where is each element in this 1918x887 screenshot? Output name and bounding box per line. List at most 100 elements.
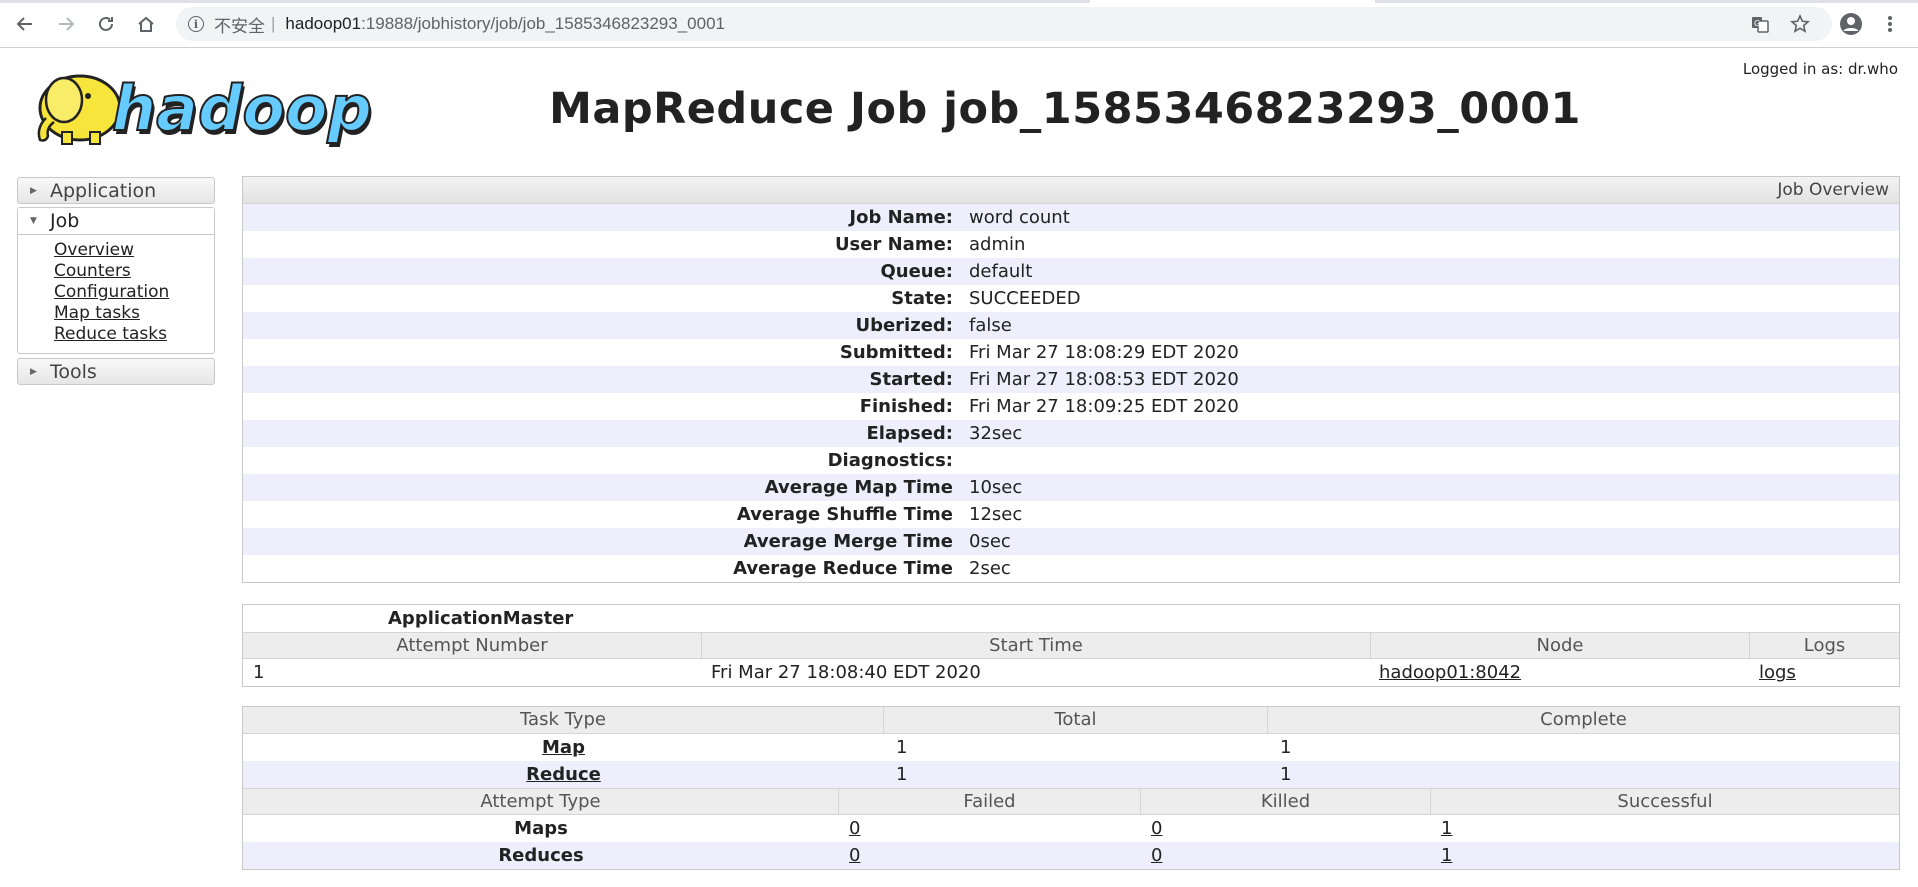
start-time-cell: Fri Mar 27 18:08:40 EDT 2020 <box>711 662 981 683</box>
overview-key: State: <box>891 288 953 309</box>
nav-section-application[interactable]: ▶ Application <box>17 177 215 204</box>
overview-key: Submitted: <box>839 342 953 363</box>
logged-in-label: Logged in as: dr.who <box>1742 60 1898 78</box>
complete-cell: 1 <box>1280 764 1292 785</box>
column-header-attempt-type: Attempt Type <box>243 789 839 814</box>
overview-row: Submitted: Fri Mar 27 18:08:29 EDT 2020 <box>243 339 1899 366</box>
total-cell: 1 <box>896 764 908 785</box>
info-icon[interactable]: i <box>188 16 204 32</box>
overview-row: Average Map Time 10sec <box>243 474 1899 501</box>
column-header-failed: Failed <box>839 789 1141 814</box>
nav-link-counters[interactable]: Counters <box>54 261 214 282</box>
bookmark-star-icon[interactable] <box>1786 10 1814 38</box>
page-content: Logged in as: dr.who hadoop hadoop MapRe… <box>0 48 1918 887</box>
table-row: 1 Fri Mar 27 18:08:40 EDT 2020 hadoop01:… <box>243 659 1899 686</box>
overview-value: SUCCEEDED <box>969 288 1081 309</box>
nav-section-tools[interactable]: ▶ Tools <box>17 358 215 385</box>
application-master-title: ApplicationMaster <box>388 608 574 629</box>
killed-maps-link[interactable]: 0 <box>1151 818 1162 839</box>
job-nav-list: Overview Counters Configuration Map task… <box>18 235 214 353</box>
column-header-node[interactable]: Node <box>1371 633 1750 658</box>
svg-text:G: G <box>1754 19 1760 28</box>
page-title: MapReduce Job job_1585346823293_0001 <box>549 84 1581 134</box>
nav-section-job[interactable]: ▼ Job <box>18 208 214 235</box>
hadoop-logo[interactable]: hadoop hadoop <box>18 60 394 149</box>
killed-reduces-link[interactable]: 0 <box>1151 845 1162 866</box>
overview-value: admin <box>969 234 1026 255</box>
caret-right-icon: ▶ <box>30 366 37 377</box>
overview-key: Uberized: <box>855 315 953 336</box>
attempt-row: Reduces 0 0 1 <box>243 842 1899 869</box>
overview-row: Average Reduce Time 2sec <box>243 555 1899 582</box>
job-overview-header: Job Overview <box>243 177 1899 204</box>
nav-section-label: Tools <box>50 360 97 383</box>
job-overview-panel: Job Overview Job Name: word count User Na… <box>242 176 1900 583</box>
overview-row: Uberized: false <box>243 312 1899 339</box>
overview-value: 32sec <box>969 423 1023 444</box>
overview-row: Average Merge Time 0sec <box>243 528 1899 555</box>
overview-value: Fri Mar 27 18:08:29 EDT 2020 <box>969 342 1239 363</box>
application-master-panel: ApplicationMaster Attempt Number Start T… <box>242 604 1900 687</box>
tasks-header: Task Type Total Complete <box>243 707 1899 734</box>
node-link[interactable]: hadoop01:8042 <box>1379 662 1521 683</box>
application-master-header: Attempt Number Start Time Node Logs <box>243 632 1899 659</box>
address-bar[interactable]: i 不安全 | hadoop01:19888/jobhistory/job/jo… <box>176 7 1832 41</box>
job-overview-rows: Job Name: word count User Name: admin Queu… <box>243 204 1899 582</box>
overview-value: 10sec <box>969 477 1023 498</box>
url-path: :19888/jobhistory/job/job_1585346823293_… <box>361 14 725 33</box>
overview-key: Average Reduce Time <box>733 558 953 579</box>
attempts-header: Attempt Type Failed Killed Successful <box>243 788 1899 815</box>
overview-row: Diagnostics: <box>243 447 1899 474</box>
home-icon[interactable] <box>132 10 160 38</box>
overview-row: Job Name: word count <box>243 204 1899 231</box>
overview-value: 0sec <box>969 531 1011 552</box>
column-header-successful: Successful <box>1617 791 1713 812</box>
overview-value: default <box>969 261 1033 282</box>
logs-link[interactable]: logs <box>1759 662 1796 683</box>
overview-row: Finished: Fri Mar 27 18:09:25 EDT 2020 <box>243 393 1899 420</box>
attempt-number-cell: 1 <box>253 662 265 683</box>
overview-value: false <box>969 315 1012 336</box>
menu-kebab-icon[interactable] <box>1876 10 1904 38</box>
profile-avatar-icon[interactable] <box>1837 10 1865 38</box>
tab-strip-edge-right <box>1375 0 1918 3</box>
map-tasks-link[interactable]: Map <box>542 737 585 758</box>
overview-value: Fri Mar 27 18:09:25 EDT 2020 <box>969 396 1239 417</box>
successful-maps-link[interactable]: 1 <box>1441 818 1452 839</box>
task-row: Map 1 1 <box>243 734 1899 761</box>
nav-link-overview[interactable]: Overview <box>54 240 214 261</box>
attempt-type-cell: Reduces <box>498 845 584 866</box>
reduce-tasks-link[interactable]: Reduce <box>526 764 601 785</box>
overview-key: Queue: <box>880 261 953 282</box>
column-header-attempt-number[interactable]: Attempt Number <box>243 633 702 658</box>
overview-row: Queue: default <box>243 258 1899 285</box>
hadoop-wordmark: hadoop <box>112 72 372 145</box>
column-header-logs[interactable]: Logs <box>1750 633 1899 658</box>
translate-icon[interactable]: G <box>1746 10 1774 38</box>
overview-key: User Name: <box>834 234 953 255</box>
failed-maps-link[interactable]: 0 <box>849 818 860 839</box>
insecure-label: 不安全 <box>214 16 265 36</box>
nav-link-reduce-tasks[interactable]: Reduce tasks <box>54 324 214 345</box>
successful-reduces-link[interactable]: 1 <box>1441 845 1452 866</box>
nav-link-map-tasks[interactable]: Map tasks <box>54 303 214 324</box>
overview-value: 12sec <box>969 504 1023 525</box>
back-icon[interactable] <box>11 10 39 38</box>
overview-row: Started: Fri Mar 27 18:08:53 EDT 2020 <box>243 366 1899 393</box>
tab-strip-edge <box>0 0 1090 3</box>
column-header-start-time[interactable]: Start Time <box>702 633 1371 658</box>
failed-reduces-link[interactable]: 0 <box>849 845 860 866</box>
task-row: Reduce 1 1 <box>243 761 1899 788</box>
sidebar-nav: ▶ Application ▼ Job Overview Counters Co… <box>17 177 215 385</box>
reload-icon[interactable] <box>92 10 120 38</box>
overview-row: Elapsed: 32sec <box>243 420 1899 447</box>
separator: | <box>271 14 276 33</box>
forward-icon[interactable] <box>52 10 80 38</box>
overview-key: Average Shuffle Time <box>736 504 953 525</box>
overview-row: State: SUCCEEDED <box>243 285 1899 312</box>
nav-section-label: Job <box>50 210 80 232</box>
overview-value: Fri Mar 27 18:08:53 EDT 2020 <box>969 369 1239 390</box>
overview-row: User Name: admin <box>243 231 1899 258</box>
browser-toolbar: i 不安全 | hadoop01:19888/jobhistory/job/jo… <box>0 0 1918 48</box>
nav-link-configuration[interactable]: Configuration <box>54 282 214 303</box>
